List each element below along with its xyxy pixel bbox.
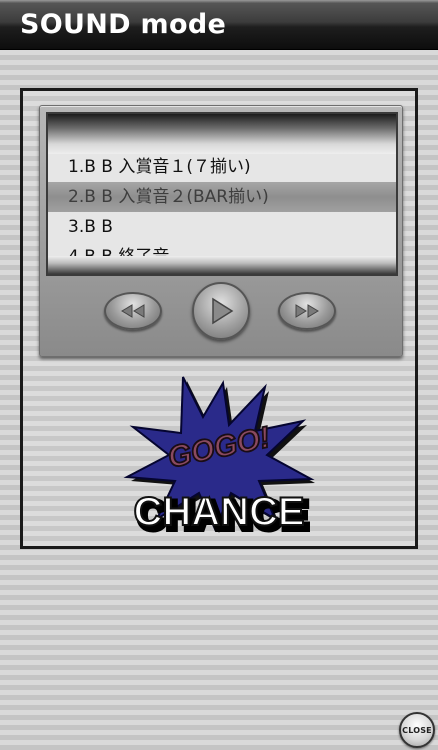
screen-top-gloss (48, 114, 396, 154)
track-item-1[interactable]: 1.B B 入賞音１(７揃い) (48, 152, 396, 182)
title-bar: SOUND mode (0, 0, 438, 50)
playback-controls (40, 282, 402, 352)
sound-player: 1.B B 入賞音１(７揃い) 2.B B 入賞音２(BAR揃い) 3.B B … (39, 105, 403, 357)
track-item-2[interactable]: 2.B B 入賞音２(BAR揃い) (48, 182, 396, 212)
rewind-button[interactable] (104, 292, 162, 330)
track-item-3[interactable]: 3.B B (48, 212, 396, 242)
logo-chance-text: CHANCE (133, 490, 304, 534)
fast-forward-button[interactable] (278, 292, 336, 330)
play-icon (212, 297, 234, 325)
track-list-screen: 1.B B 入賞音１(７揃い) 2.B B 入賞音２(BAR揃い) 3.B B … (46, 112, 398, 276)
gogo-chance-logo: GOGO! CHANCE CHANCE (123, 376, 315, 539)
rewind-icon (121, 304, 145, 318)
track-label: 3.B B (68, 217, 113, 237)
screen-bottom-gloss (48, 256, 396, 274)
title-bar-sheen (0, 0, 438, 3)
sound-panel: 1.B B 入賞音１(７揃い) 2.B B 入賞音２(BAR揃い) 3.B B … (20, 88, 418, 549)
page-title: SOUND mode (20, 9, 227, 40)
close-button[interactable]: CLOSE (399, 712, 435, 748)
track-label: 1.B B 入賞音１(７揃い) (68, 157, 251, 177)
close-button-label: CLOSE (402, 725, 432, 735)
fast-forward-icon (295, 304, 319, 318)
play-button[interactable] (192, 282, 250, 340)
track-label: 2.B B 入賞音２(BAR揃い) (68, 187, 269, 207)
